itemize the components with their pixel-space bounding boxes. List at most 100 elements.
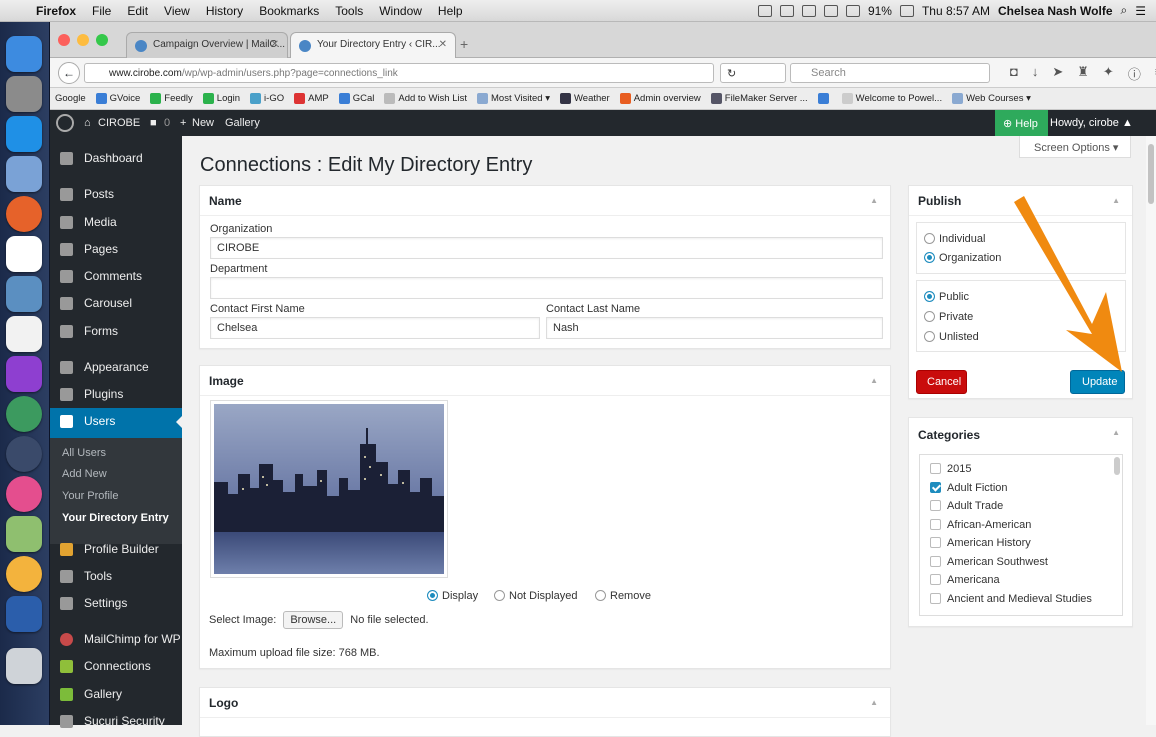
sidebar-item-mailchimp[interactable]: MailChimp for WP — [50, 626, 182, 652]
download-icon[interactable]: ↓ — [1032, 64, 1039, 83]
checkbox-icon[interactable] — [930, 518, 941, 530]
sidebar-item-comments[interactable]: Comments — [50, 263, 182, 289]
category-item[interactable]: Adult Fiction — [930, 481, 1008, 494]
help-button[interactable]: ⊕ Help — [995, 110, 1048, 136]
howdy-user[interactable]: Howdy, cirobe ▲ — [1050, 117, 1133, 129]
checkbox-icon[interactable] — [930, 463, 941, 474]
clock[interactable]: Thu 8:57 AM — [922, 4, 990, 18]
bookmark-igo[interactable]: i-GO — [245, 93, 289, 104]
name-metabox-header[interactable]: Name ▲ — [200, 186, 890, 216]
status-icon[interactable] — [757, 4, 772, 17]
preview-icon[interactable] — [6, 156, 42, 192]
category-item[interactable]: American Southwest — [930, 555, 1048, 568]
extension-icon[interactable]: ✦ — [1103, 64, 1114, 83]
wordpress-logo-icon[interactable] — [56, 114, 74, 132]
categories-checklist[interactable]: 2015 Adult Fiction Adult Trade African-Amer… — [919, 454, 1123, 616]
category-item[interactable]: American History — [930, 537, 1031, 549]
sidebar-item-plugins[interactable]: Plugins — [50, 381, 182, 407]
checkbox-icon[interactable] — [930, 537, 941, 548]
sidebar-item-forms[interactable]: Forms — [50, 318, 182, 344]
bookmark-gcal[interactable]: GCal — [334, 93, 380, 104]
menu-firefox[interactable]: Firefox — [28, 4, 84, 18]
image-metabox-header[interactable]: Image ▲ — [200, 366, 890, 396]
battery-percent[interactable]: 91% — [868, 4, 892, 18]
wifi-icon[interactable] — [823, 4, 838, 17]
first-name-field[interactable]: Chelsea — [210, 317, 540, 339]
user-name[interactable]: Chelsea Nash Wolfe — [998, 4, 1112, 18]
sidebar-item-media[interactable]: Media — [50, 209, 182, 235]
app-icon[interactable] — [6, 436, 42, 472]
submenu-all-users[interactable]: All Users — [62, 447, 106, 459]
close-tab-icon[interactable]: ✕ — [439, 39, 447, 50]
sidebar-item-gallery[interactable]: Gallery — [50, 681, 182, 707]
photos-app-icon[interactable] — [6, 276, 42, 312]
bookmark-wishlist[interactable]: Add to Wish List — [379, 93, 472, 104]
submenu-add-new[interactable]: Add New — [62, 468, 107, 480]
sidebar-item-sucuri[interactable]: Sucuri Security — [50, 708, 182, 734]
bookmark-filemaker[interactable]: FileMaker Server ... — [706, 93, 813, 104]
category-item[interactable]: Americana — [930, 574, 1000, 586]
status-icon[interactable] — [801, 4, 816, 17]
visibility-unlisted-option[interactable]: Unlisted — [924, 331, 979, 343]
firefox-icon[interactable] — [6, 196, 42, 232]
sidebar-item-profile-builder[interactable]: Profile Builder — [50, 536, 182, 562]
tab-directory-entry[interactable]: Your Directory Entry ‹ CIR... ✕ — [290, 32, 456, 58]
category-item[interactable]: African-American — [930, 518, 1031, 531]
comments-icon[interactable]: ■ — [150, 117, 157, 129]
sidebar-item-tools[interactable]: Tools — [50, 563, 182, 589]
browse-button[interactable]: Browse... — [283, 611, 344, 629]
bookmark-web-courses[interactable]: Web Courses ▾ — [947, 93, 1036, 104]
department-field[interactable] — [210, 277, 883, 299]
sidebar-item-connections[interactable]: Connections — [50, 653, 182, 679]
checkbox-checked-icon[interactable] — [930, 481, 941, 493]
sidebar-item-pages[interactable]: Pages — [50, 236, 182, 262]
app-icon[interactable] — [6, 356, 42, 392]
notification-center-icon[interactable]: ☰ — [1135, 4, 1146, 18]
info-icon[interactable]: ⓘ — [1128, 64, 1141, 83]
category-item[interactable]: Ancient and Medieval Studies — [930, 592, 1092, 605]
page-scrollbar[interactable] — [1146, 136, 1156, 725]
tab-campaign-overview[interactable]: Campaign Overview | MailC... ✕ — [126, 32, 288, 58]
logo-metabox-header[interactable]: Logo ▲ — [200, 688, 890, 718]
search-input[interactable]: Search — [790, 63, 990, 83]
spotlight-icon[interactable]: ⌕ — [1121, 3, 1128, 18]
visibility-public-option[interactable]: Public — [924, 291, 969, 303]
battery-icon[interactable] — [899, 4, 914, 17]
type-organization-option[interactable]: Organization — [924, 252, 1001, 264]
textedit-icon[interactable] — [6, 316, 42, 352]
minimize-window-icon[interactable] — [77, 34, 89, 46]
checkbox-icon[interactable] — [930, 500, 941, 511]
menu-edit[interactable]: Edit — [119, 4, 156, 18]
bookmark-admin-overview[interactable]: Admin overview — [615, 93, 706, 104]
bookmark-powel[interactable]: Welcome to Powel... — [837, 93, 947, 104]
organization-field[interactable]: CIROBE — [210, 237, 883, 259]
bookmark-amp[interactable]: AMP — [289, 93, 334, 104]
type-individual-option[interactable]: Individual — [924, 233, 985, 245]
image-remove-option[interactable]: Remove — [595, 590, 651, 602]
back-icon[interactable]: ← — [58, 62, 80, 84]
screen-options-button[interactable]: Screen Options ▾ — [1019, 136, 1131, 158]
comments-count[interactable]: 0 — [164, 117, 170, 129]
finder-icon[interactable] — [6, 36, 42, 72]
menu-tools[interactable]: Tools — [327, 4, 371, 18]
menu-bookmarks[interactable]: Bookmarks — [251, 4, 327, 18]
checkbox-icon[interactable] — [930, 555, 941, 567]
sidebar-item-carousel[interactable]: Carousel — [50, 290, 182, 316]
calendar-icon[interactable] — [6, 236, 42, 272]
close-tab-icon[interactable]: ✕ — [271, 39, 279, 50]
menu-window[interactable]: Window — [371, 4, 430, 18]
volume-icon[interactable] — [845, 4, 860, 17]
photos-icon[interactable] — [6, 556, 42, 592]
zoom-window-icon[interactable] — [96, 34, 108, 46]
category-item[interactable]: 2015 — [930, 463, 971, 475]
bookmark-most-visited[interactable]: Most Visited ▾ — [472, 93, 555, 104]
bookmark-gvoice[interactable]: GVoice — [91, 93, 146, 104]
gallery-menu[interactable]: Gallery — [225, 117, 260, 129]
trash-icon[interactable] — [6, 648, 42, 684]
menu-file[interactable]: File — [84, 4, 119, 18]
checkbox-icon[interactable] — [930, 574, 941, 585]
submenu-your-directory-entry[interactable]: Your Directory Entry — [62, 512, 169, 524]
last-name-field[interactable]: Nash — [546, 317, 883, 339]
word-icon[interactable] — [6, 596, 42, 632]
site-name[interactable]: CIROBE — [98, 117, 140, 129]
